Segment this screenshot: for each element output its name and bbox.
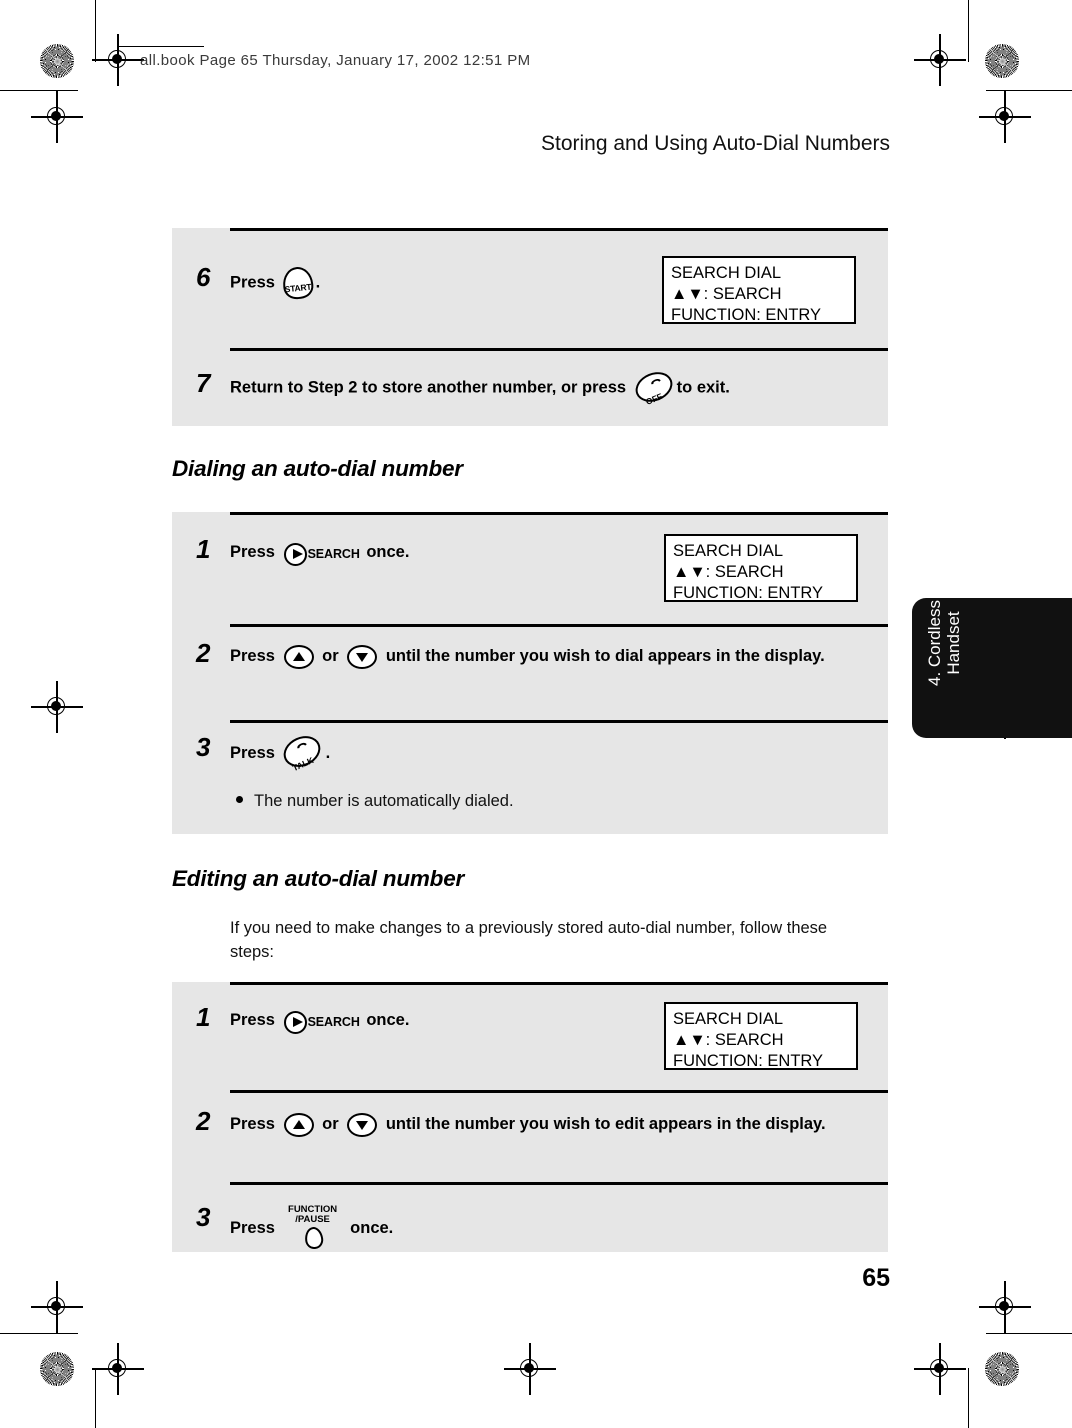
crop-line-bottom-left-h bbox=[0, 1333, 78, 1335]
crop-line-top-right-h bbox=[986, 90, 1072, 92]
search-key-icon[interactable]: SEARCH bbox=[283, 541, 360, 566]
step-text-middle: or bbox=[322, 647, 339, 665]
search-key-label: SEARCH bbox=[307, 1015, 360, 1030]
step-text-lead: Return to Step 2 to store another number… bbox=[230, 378, 627, 397]
talk-key-icon[interactable]: TALK bbox=[278, 730, 325, 773]
step-number: 2 bbox=[196, 638, 211, 668]
step-divider bbox=[230, 1090, 888, 1093]
step-bullet-text: The number is automatically dialed. bbox=[254, 792, 514, 810]
search-key-label: SEARCH bbox=[307, 547, 360, 562]
step-text: Return to Step 2 to store another number… bbox=[230, 366, 870, 408]
registration-target-right-lower bbox=[979, 1281, 1031, 1333]
step-text: Press TALK . bbox=[230, 730, 830, 773]
registration-target-bottom-center bbox=[504, 1343, 556, 1395]
up-arrow-key-icon[interactable] bbox=[283, 1112, 314, 1137]
registration-target-left-lower bbox=[31, 1281, 83, 1333]
crop-line-bottom-right-h bbox=[986, 1333, 1072, 1335]
crop-line-bottom-right-v bbox=[968, 1368, 970, 1428]
step-number: 1 bbox=[196, 1002, 211, 1032]
step-text-tail: once. bbox=[366, 1011, 410, 1029]
file-header-rule bbox=[118, 46, 204, 48]
registration-target-left-middle bbox=[31, 681, 83, 733]
down-arrow-key-icon[interactable] bbox=[347, 1112, 378, 1137]
step-text: Press or until the number you wish to ed… bbox=[230, 1111, 870, 1137]
steps-block-storing: 6 Press START . SEARCH DIAL ▲▼: SEARCH F… bbox=[172, 228, 888, 426]
search-key-triangle bbox=[283, 1010, 307, 1034]
section-heading-editing: Editing an auto-dial number bbox=[172, 866, 465, 891]
step-text-lead: Press bbox=[230, 647, 275, 665]
step-text-tail: once. bbox=[366, 543, 410, 561]
function-pause-key-icon[interactable]: FUNCTION /PAUSE bbox=[284, 1204, 342, 1251]
step-number: 7 bbox=[196, 368, 211, 398]
registration-target-bottom-left bbox=[92, 1343, 144, 1395]
starburst-mark-bottom-right bbox=[985, 1352, 1019, 1386]
step-divider bbox=[230, 624, 888, 627]
step-divider bbox=[230, 228, 888, 231]
search-key-triangle bbox=[283, 542, 307, 566]
registration-target-bottom-right bbox=[914, 1343, 966, 1395]
lcd-display-dialing-step1: SEARCH DIAL ▲▼: SEARCH FUNCTION: ENTRY bbox=[664, 534, 858, 602]
step-number: 3 bbox=[196, 1202, 211, 1232]
crop-line-top-left-v bbox=[95, 0, 97, 62]
step-text-tail: until the number you wish to edit appear… bbox=[385, 1115, 826, 1133]
step-text: Press FUNCTION /PAUSE once. bbox=[230, 1204, 830, 1251]
start-key-icon[interactable]: START bbox=[280, 265, 315, 301]
step-text-lead: Press bbox=[230, 1115, 275, 1133]
off-key-icon[interactable]: OFF bbox=[630, 366, 677, 408]
lcd-display-storing-step6: SEARCH DIAL ▲▼: SEARCH FUNCTION: ENTRY bbox=[662, 256, 856, 324]
registration-target-right-upper bbox=[979, 91, 1031, 143]
registration-target-top-right bbox=[914, 34, 966, 86]
thumb-tab-cordless-handset: 4. Cordless Handset bbox=[912, 598, 1072, 738]
step-number: 6 bbox=[196, 262, 211, 292]
steps-block-dialing: 1 Press SEARCH once. SEARCH DIAL ▲▼: SEA… bbox=[172, 512, 888, 834]
step-text-lead: Press bbox=[230, 543, 275, 561]
thumb-tab-label: 4. Cordless Handset bbox=[925, 600, 963, 686]
step-divider bbox=[230, 1182, 888, 1185]
section-heading-dialing: Dialing an auto-dial number bbox=[172, 456, 463, 481]
step-divider bbox=[230, 348, 888, 351]
step-divider bbox=[230, 512, 888, 515]
crop-line-bottom-left-v bbox=[95, 1368, 97, 1428]
up-arrow-key-icon[interactable] bbox=[283, 644, 314, 669]
step-bullet: The number is automatically dialed. bbox=[236, 790, 514, 812]
bullet-dot bbox=[236, 796, 243, 803]
step-number: 1 bbox=[196, 534, 211, 564]
step-text-lead: Press bbox=[230, 743, 275, 762]
step-divider bbox=[230, 720, 888, 723]
step-text-middle: or bbox=[322, 1115, 339, 1133]
start-key-label: START bbox=[283, 281, 312, 295]
editing-intro-paragraph: If you need to make changes to a previou… bbox=[230, 919, 828, 961]
down-arrow-key-icon[interactable] bbox=[347, 644, 378, 669]
starburst-mark-top-right bbox=[985, 44, 1019, 78]
starburst-mark-bottom-left bbox=[40, 1352, 74, 1386]
steps-block-editing: 1 Press SEARCH once. SEARCH DIAL ▲▼: SEA… bbox=[172, 982, 888, 1252]
file-header-stamp: all.book Page 65 Thursday, January 17, 2… bbox=[140, 52, 531, 69]
registration-target-left-upper bbox=[31, 91, 83, 143]
crop-line-top-right-v bbox=[968, 0, 970, 62]
step-text-lead: Press bbox=[230, 1011, 275, 1029]
step-text: Press or until the number you wish to di… bbox=[230, 643, 870, 669]
step-text-tail: once. bbox=[350, 1219, 394, 1237]
step-text-tail: until the number you wish to dial appear… bbox=[385, 647, 825, 665]
step-text-tail: . bbox=[325, 743, 331, 762]
starburst-mark-top-left bbox=[40, 44, 74, 78]
step-text-lead: Press bbox=[230, 1219, 275, 1237]
step-text-lead: Press bbox=[230, 273, 275, 292]
step-text-tail: . bbox=[315, 273, 321, 292]
page-title: Storing and Using Auto-Dial Numbers bbox=[540, 132, 890, 155]
page-number: 65 bbox=[862, 1264, 890, 1292]
step-number: 3 bbox=[196, 732, 211, 762]
step-divider bbox=[230, 982, 888, 985]
search-key-icon[interactable]: SEARCH bbox=[283, 1009, 360, 1034]
step-text-tail: to exit. bbox=[676, 378, 730, 397]
step-number: 2 bbox=[196, 1106, 211, 1136]
function-pause-key-label: FUNCTION /PAUSE bbox=[288, 1204, 338, 1225]
lcd-display-editing-step1: SEARCH DIAL ▲▼: SEARCH FUNCTION: ENTRY bbox=[664, 1002, 858, 1070]
registration-target-top-left bbox=[92, 34, 144, 86]
crop-line-top-left-h bbox=[0, 90, 78, 92]
